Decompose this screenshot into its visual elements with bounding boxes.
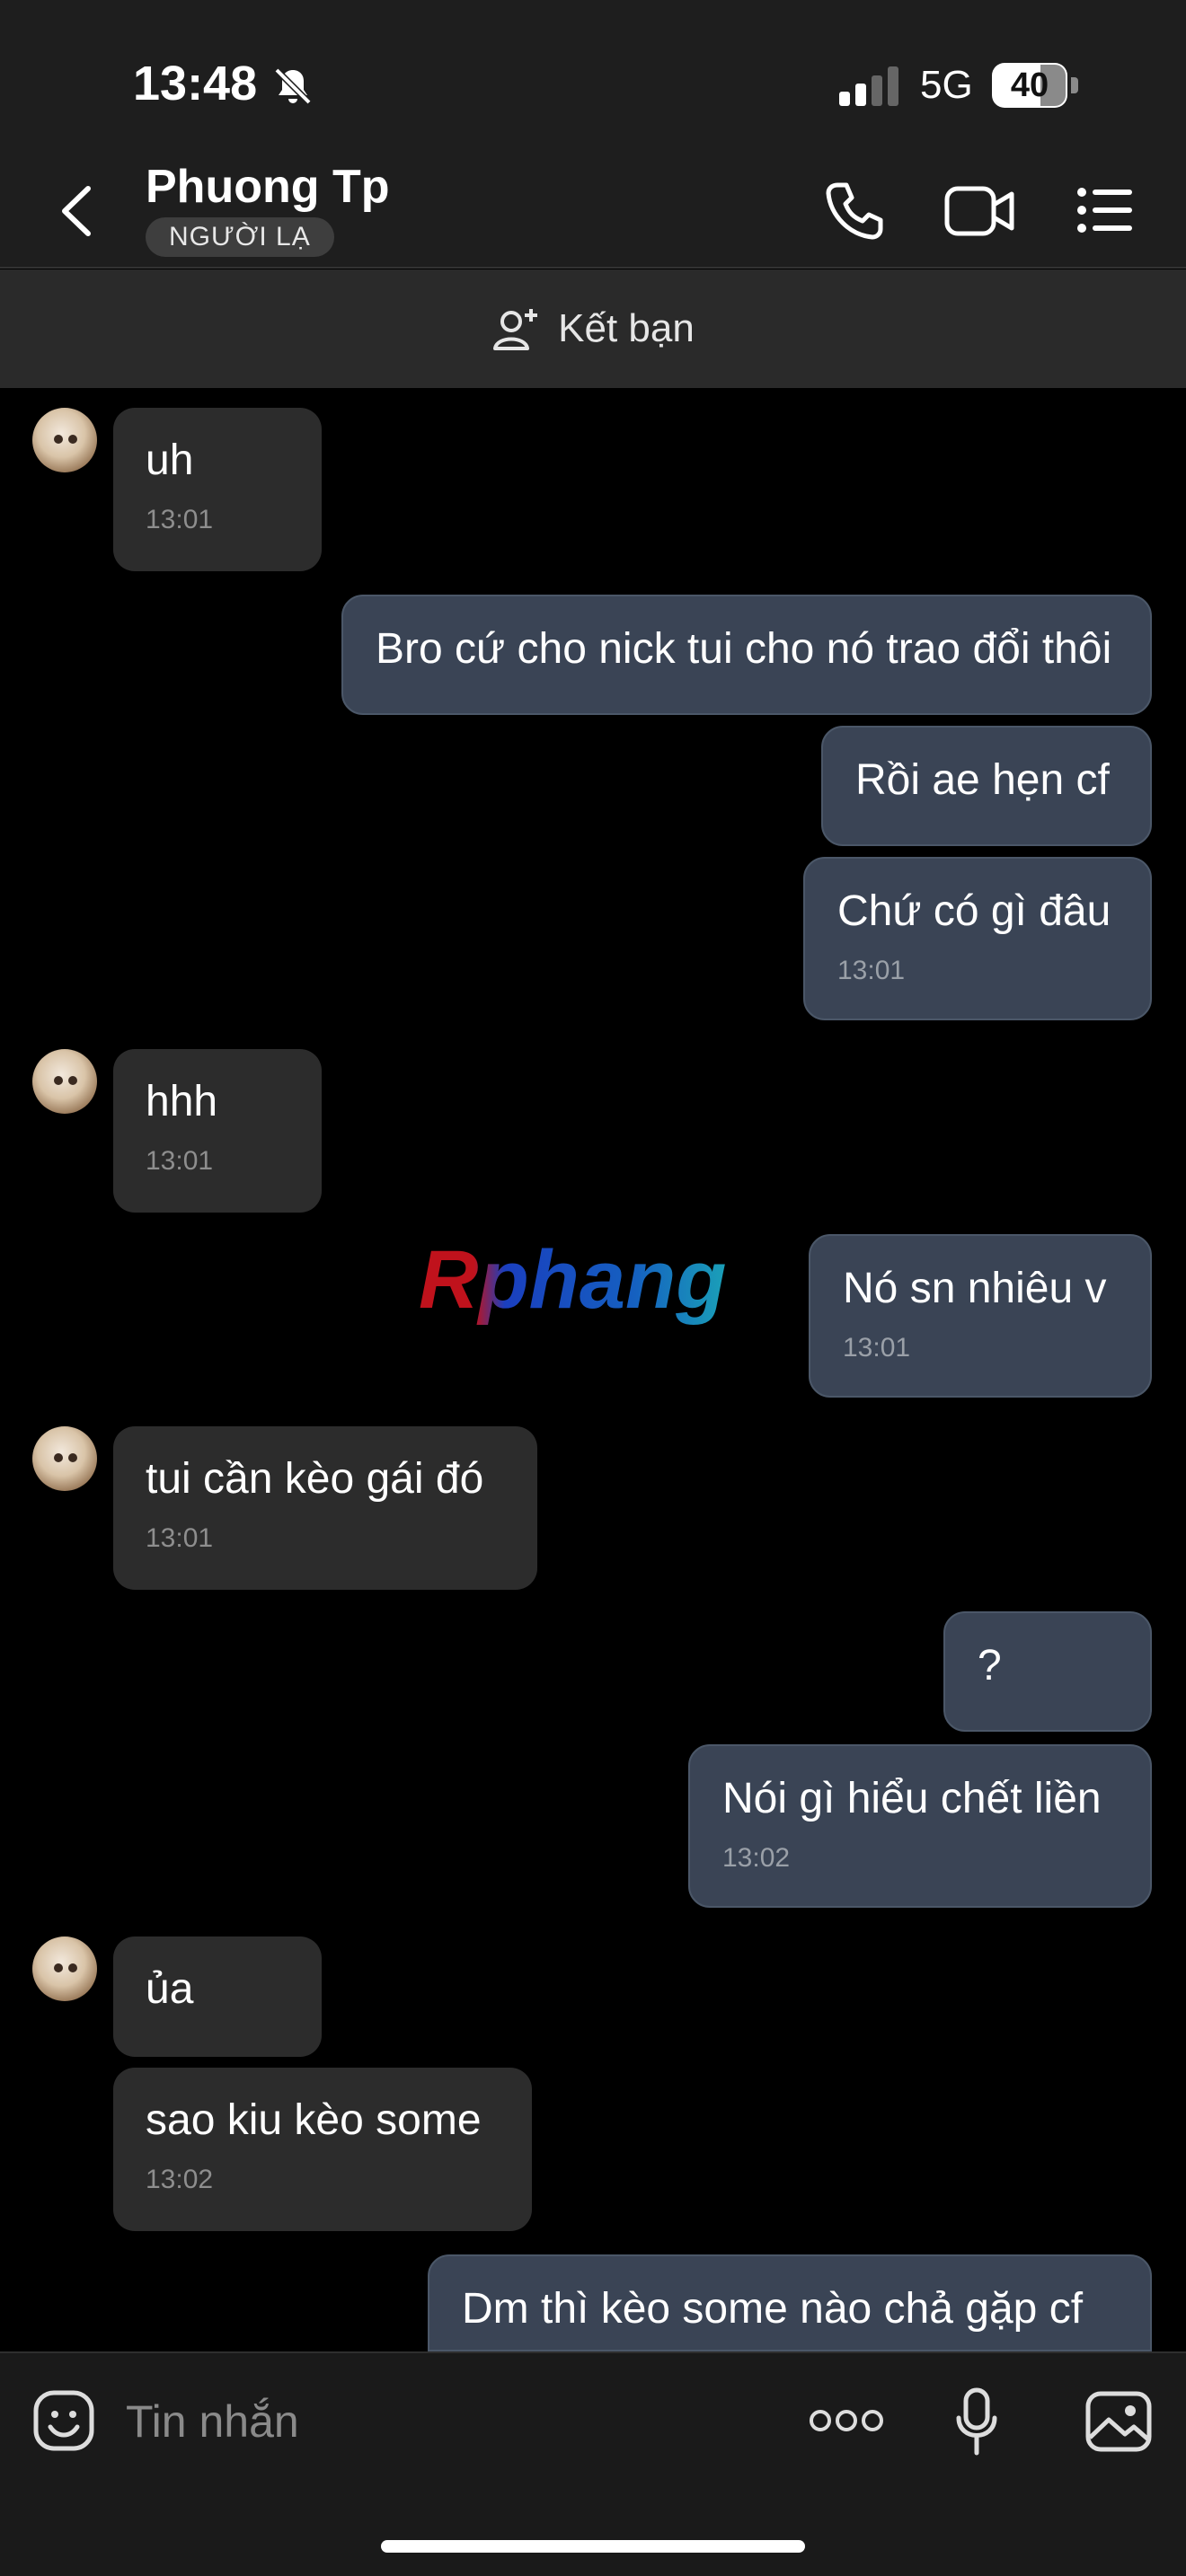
- back-button[interactable]: [54, 180, 99, 243]
- contact-avatar[interactable]: [32, 1049, 97, 1114]
- message-bubble-incoming[interactable]: hhh 13:01: [113, 1049, 322, 1213]
- message-text: Nói gì hiểu chết liền: [722, 1775, 1102, 1822]
- message-text: hhh: [146, 1078, 218, 1125]
- message-time: 13:01: [146, 1146, 214, 1176]
- message-time: 13:01: [837, 956, 906, 985]
- message-bubble-outgoing[interactable]: Bro cứ cho nick tui cho nó trao đổi thôi: [341, 595, 1152, 715]
- message-time: 13:01: [146, 1523, 214, 1553]
- phone-call-button[interactable]: [823, 180, 886, 243]
- message-bubble-outgoing[interactable]: ?: [943, 1611, 1152, 1732]
- message-time: 13:01: [146, 505, 214, 534]
- message-text: Bro cứ cho nick tui cho nó trao đổi thôi: [376, 625, 1112, 673]
- message-time: 13:02: [146, 2165, 214, 2194]
- message-text: Rồi ae hẹn cf: [855, 756, 1110, 804]
- message-bubble-incoming[interactable]: tui cần kèo gái đó 13:01: [113, 1426, 537, 1590]
- message-input[interactable]: [126, 2393, 755, 2450]
- message-text: Dm thì kèo some nào chả gặp cf: [462, 2285, 1084, 2333]
- message-bubble-incoming[interactable]: sao kiu kèo some 13:02: [113, 2068, 532, 2231]
- add-friend-button[interactable]: Kết bạn: [0, 269, 1186, 388]
- contact-avatar[interactable]: [32, 1936, 97, 2001]
- message-time: 13:01: [843, 1333, 911, 1363]
- status-time: 13:48: [133, 57, 258, 110]
- message-bubble-incoming[interactable]: uh 13:01: [113, 408, 322, 571]
- message-text: uh: [146, 437, 194, 484]
- battery-icon: 40: [992, 63, 1078, 108]
- header-divider: [0, 267, 1186, 269]
- home-indicator: [381, 2540, 805, 2553]
- message-text: ủa: [146, 1965, 194, 2013]
- contact-avatar[interactable]: [32, 408, 97, 472]
- contact-name[interactable]: Phuong Tp: [146, 160, 389, 214]
- composer-divider: [0, 2351, 1186, 2353]
- add-friend-icon: [493, 309, 538, 350]
- message-bubble-outgoing[interactable]: Nó sn nhiêu v 13:01: [809, 1234, 1152, 1398]
- menu-list-button[interactable]: [1076, 185, 1134, 235]
- message-text: tui cần kèo gái đó: [146, 1455, 484, 1503]
- signal-icon: [839, 66, 898, 106]
- message-time: 13:02: [722, 1843, 791, 1873]
- video-call-button[interactable]: [943, 183, 1015, 239]
- more-options-button[interactable]: [809, 2407, 884, 2434]
- message-text: Chứ có gì đâu: [837, 887, 1111, 935]
- message-bubble-incoming[interactable]: ủa: [113, 1936, 322, 2057]
- chat-header: 13:48 5G 40 Phuong Tp NGƯỜI LẠ: [0, 0, 1186, 269]
- battery-percent: 40: [1010, 66, 1049, 104]
- message-text: ?: [978, 1642, 1002, 1689]
- message-bubble-outgoing[interactable]: Dm thì kèo some nào chả gặp cf: [428, 2254, 1152, 2351]
- message-bubble-outgoing[interactable]: Nói gì hiểu chết liền 13:02: [688, 1744, 1152, 1908]
- contact-avatar[interactable]: [32, 1426, 97, 1491]
- message-text: Nó sn nhiêu v: [843, 1265, 1107, 1312]
- bell-off-icon: [274, 67, 312, 105]
- network-type: 5G: [920, 63, 973, 107]
- emoji-sticker-button[interactable]: [32, 2389, 95, 2452]
- stranger-badge: NGƯỜI LẠ: [146, 217, 334, 257]
- watermark-text: Rphang: [419, 1234, 726, 1326]
- message-text: sao kiu kèo some: [146, 2096, 482, 2144]
- microphone-button[interactable]: [956, 2387, 997, 2456]
- message-bubble-outgoing[interactable]: Rồi ae hẹn cf: [821, 726, 1152, 846]
- add-friend-label: Kết bạn: [558, 306, 695, 350]
- message-bubble-outgoing[interactable]: Chứ có gì đâu 13:01: [803, 857, 1152, 1020]
- image-gallery-button[interactable]: [1085, 2391, 1152, 2452]
- watermark-logo: Rphang: [419, 1234, 726, 1326]
